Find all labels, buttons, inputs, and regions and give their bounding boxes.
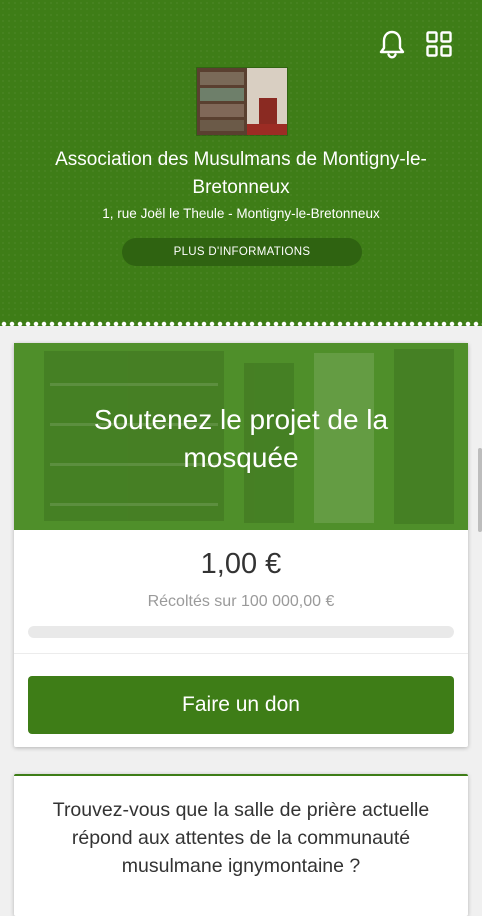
organization-address: 1, rue Joël le Theule - Montigny-le-Bret… — [102, 206, 380, 221]
donate-button[interactable]: Faire un don — [28, 676, 454, 734]
more-info-button[interactable]: PLUS D'INFORMATIONS — [122, 238, 362, 266]
organization-name: Association des Musulmans de Montigny-le… — [55, 149, 427, 198]
collected-goal-text: Récoltés sur 100 000,00 € — [147, 593, 335, 610]
project-title: Soutenez le projet de la mosquée — [93, 404, 389, 473]
survey-card: Trouvez-vous que la salle de prière actu… — [14, 774, 468, 916]
survey-question: Trouvez-vous que la salle de prière actu… — [52, 799, 430, 877]
bell-icon — [379, 30, 405, 59]
header-scalloped-edge — [0, 320, 482, 328]
menu-grid-button[interactable] — [423, 28, 455, 60]
card-divider — [14, 653, 468, 654]
amount-raised: 1,00 € — [200, 548, 282, 580]
organization-logo — [196, 67, 288, 136]
progress-bar — [28, 626, 454, 638]
project-card: Soutenez le projet de la mosquée 1,00 € … — [14, 343, 468, 747]
scrollbar[interactable] — [478, 448, 482, 532]
grid-icon — [426, 31, 452, 57]
notifications-button[interactable] — [376, 28, 408, 60]
project-banner: Soutenez le projet de la mosquée — [14, 343, 468, 530]
